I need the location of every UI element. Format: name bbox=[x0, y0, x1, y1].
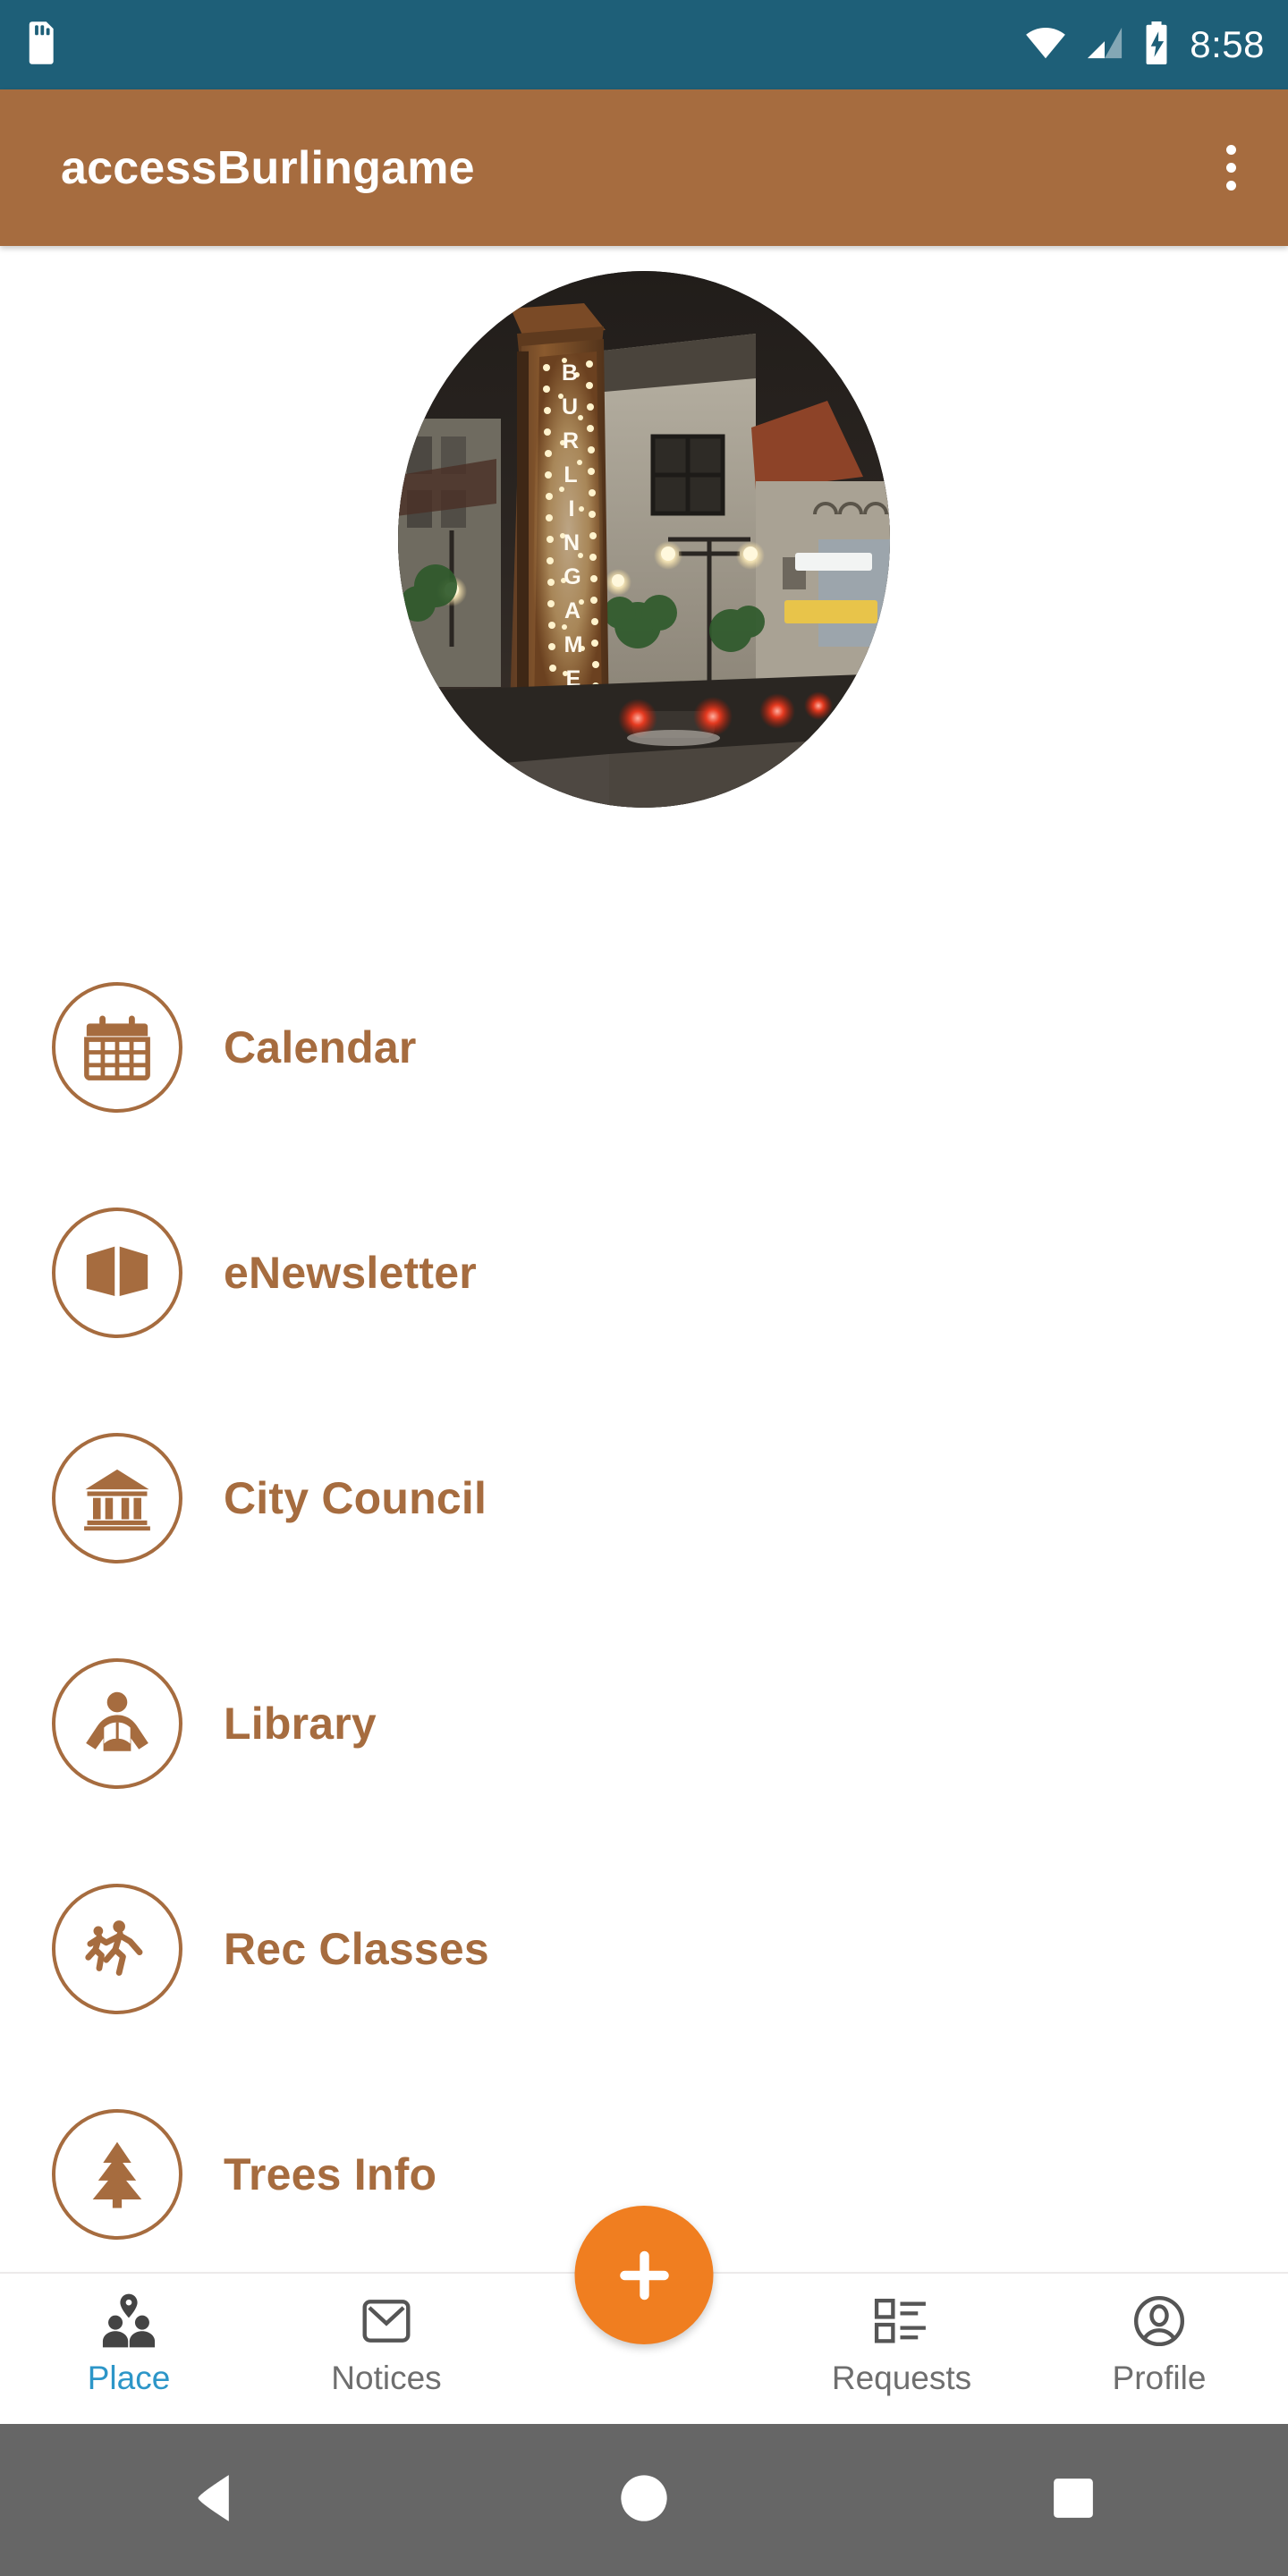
home-button[interactable] bbox=[429, 2473, 859, 2528]
svg-text:I: I bbox=[569, 496, 575, 521]
battery-charging-icon bbox=[1143, 21, 1170, 69]
list-item-label: Trees Info bbox=[224, 2149, 437, 2199]
burlingame-marquee-photo[interactable]: B U R L I N G A M E bbox=[398, 271, 890, 808]
app-bar: accessBurlingame bbox=[0, 89, 1288, 246]
list-item-enewsletter[interactable]: eNewsletter bbox=[0, 1160, 1288, 1385]
svg-text:B: B bbox=[562, 360, 578, 386]
status-bar: 8:58 bbox=[0, 0, 1288, 89]
more-vert-icon[interactable] bbox=[1210, 131, 1252, 205]
svg-text:U: U bbox=[562, 394, 578, 419]
svg-text:A: A bbox=[564, 598, 580, 623]
circle-home-icon bbox=[619, 2473, 669, 2528]
status-bar-right-icons: 8:58 bbox=[1025, 21, 1265, 69]
svg-text:L: L bbox=[564, 462, 577, 487]
list-item-label: Rec Classes bbox=[224, 1924, 489, 1974]
people-place-pin-icon bbox=[97, 2288, 160, 2354]
svg-text:N: N bbox=[564, 530, 580, 555]
list-item-label: Calendar bbox=[224, 1022, 417, 1072]
android-system-nav bbox=[0, 2424, 1288, 2576]
add-button-fab[interactable] bbox=[574, 2206, 714, 2344]
list-item-rec-classes[interactable]: Rec Classes bbox=[0, 1836, 1288, 2062]
app-title: accessBurlingame bbox=[61, 141, 475, 194]
plus-icon bbox=[619, 2250, 669, 2300]
list-item-calendar[interactable]: Calendar bbox=[0, 935, 1288, 1160]
back-button[interactable] bbox=[0, 2472, 429, 2529]
nav-item-label: Place bbox=[87, 2360, 171, 2396]
hero-image-container: B U R L I N G A M E bbox=[0, 246, 1288, 872]
pine-tree-icon bbox=[52, 2109, 182, 2240]
status-bar-clock: 8:58 bbox=[1190, 23, 1265, 65]
app-screen: 8:58 accessBurlingame B U R L I N G A M … bbox=[0, 0, 1288, 2576]
envelope-icon bbox=[358, 2288, 415, 2354]
person-avatar-icon bbox=[1131, 2288, 1188, 2354]
calendar-icon bbox=[52, 982, 182, 1113]
list-item-label: City Council bbox=[224, 1473, 487, 1523]
nav-item-label: Requests bbox=[831, 2360, 972, 2396]
nav-item-notices[interactable]: Notices bbox=[258, 2274, 515, 2424]
bank-building-icon bbox=[52, 1433, 182, 1563]
service-list: Calendar eNewsletter City Council Librar… bbox=[0, 935, 1288, 2287]
triangle-back-icon bbox=[191, 2472, 239, 2529]
nav-item-label: Profile bbox=[1112, 2360, 1207, 2396]
list-item-library[interactable]: Library bbox=[0, 1611, 1288, 1836]
person-reading-icon bbox=[52, 1658, 182, 1789]
recents-button[interactable] bbox=[859, 2476, 1288, 2525]
svg-text:R: R bbox=[563, 428, 579, 453]
list-checkbox-icon bbox=[872, 2288, 931, 2354]
nav-item-profile[interactable]: Profile bbox=[1030, 2274, 1288, 2424]
cellular-signal-icon bbox=[1086, 25, 1123, 65]
list-item-label: eNewsletter bbox=[224, 1248, 477, 1298]
status-bar-left-icons bbox=[25, 21, 59, 69]
svg-text:M: M bbox=[564, 632, 583, 657]
square-recents-icon bbox=[1051, 2476, 1096, 2525]
nav-item-requests[interactable]: Requests bbox=[773, 2274, 1030, 2424]
open-book-icon bbox=[52, 1208, 182, 1338]
list-item-label: Library bbox=[224, 1699, 377, 1749]
svg-text:G: G bbox=[564, 564, 580, 589]
sd-card-icon bbox=[25, 21, 59, 69]
wifi-icon bbox=[1025, 25, 1066, 65]
running-people-icon bbox=[52, 1884, 182, 2014]
nav-item-label: Notices bbox=[331, 2360, 442, 2396]
list-item-city-council[interactable]: City Council bbox=[0, 1385, 1288, 1611]
nav-item-place[interactable]: Place bbox=[0, 2274, 258, 2424]
